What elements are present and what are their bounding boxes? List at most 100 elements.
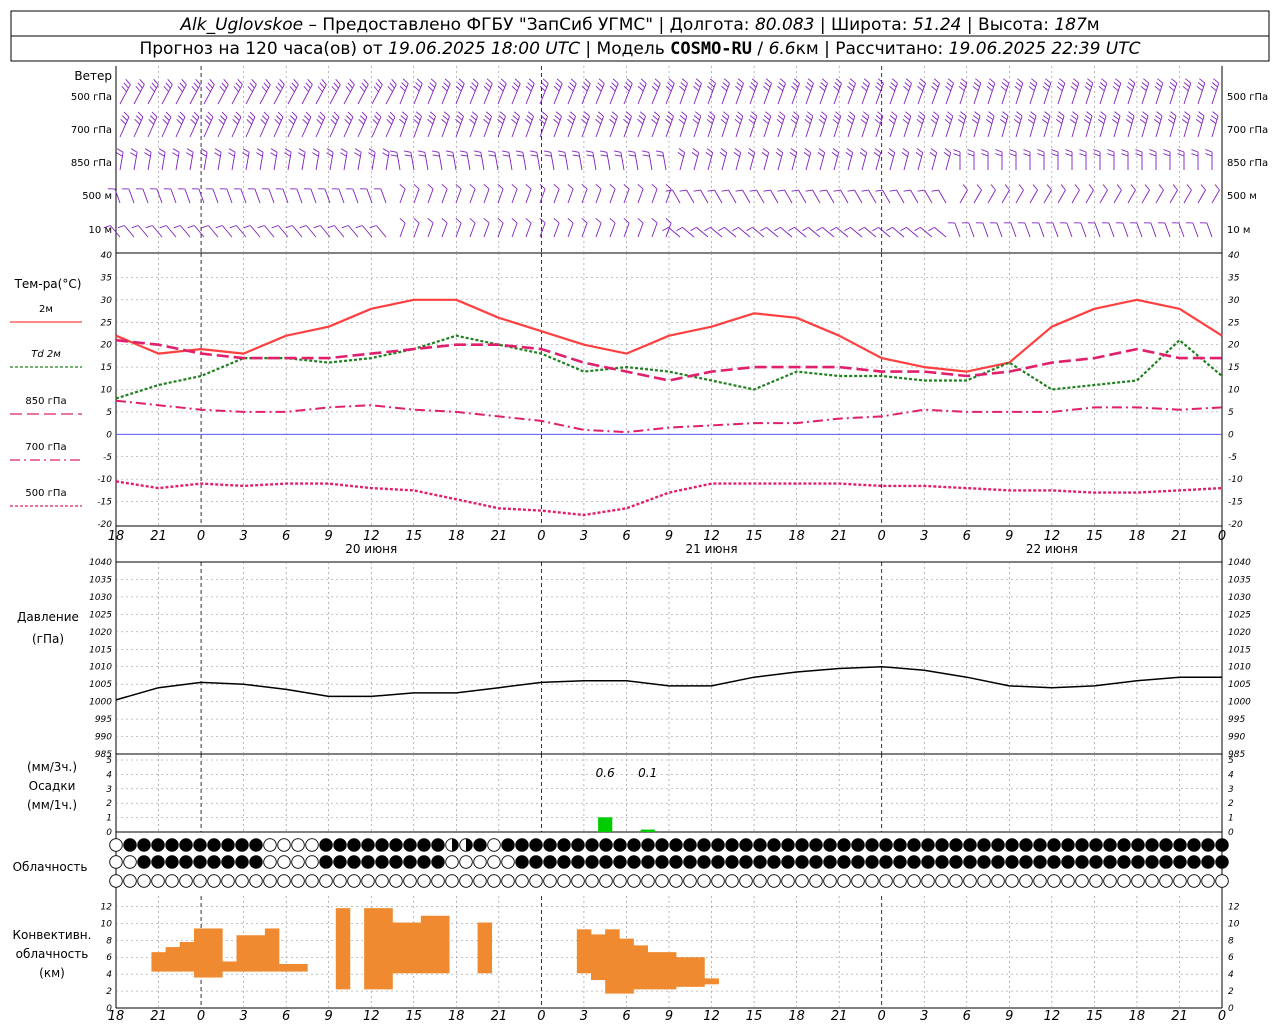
- cloud-circle: [459, 874, 473, 888]
- wind-barb-flag: [500, 78, 507, 84]
- wind-barb-flag: [791, 85, 798, 92]
- cloud-fill-full: [683, 855, 697, 869]
- cloud-cover-symbol: [305, 838, 319, 852]
- wind-barb: [135, 188, 149, 204]
- cloud-fill-full: [193, 855, 207, 869]
- wind-barb: [595, 78, 605, 105]
- wind-barb-flag: [957, 118, 965, 124]
- wind-barb-flag: [374, 115, 380, 121]
- wind-barb-flag: [399, 183, 406, 190]
- wind-barb-flag: [877, 78, 884, 84]
- wind-barb-flag: [637, 217, 644, 224]
- wind-barb: [431, 150, 443, 171]
- wind-barb-flag: [1135, 149, 1143, 153]
- wind-barb: [399, 111, 408, 138]
- wind-barb-flag: [999, 118, 1007, 124]
- wind-barb-flag: [1023, 149, 1031, 153]
- wind-barb: [515, 150, 527, 171]
- wind-barb-shaft: [1150, 222, 1157, 238]
- wind-barb: [1168, 78, 1178, 105]
- wind-barb-flag: [693, 85, 700, 92]
- wind-barb-flag: [748, 148, 755, 153]
- cloud-fill-full: [781, 838, 795, 852]
- precip-amount-label: 0.6: [596, 766, 615, 780]
- wind-barb: [1085, 184, 1094, 204]
- wind-level-label-right: 850 гПа: [1227, 158, 1268, 169]
- cloud-circle: [921, 874, 935, 888]
- wind-barb: [1099, 184, 1108, 204]
- cloud-cover-symbol: [991, 855, 1005, 869]
- wind-barb: [511, 111, 520, 138]
- wind-barb-shaft: [287, 84, 299, 105]
- wind-barb-flag: [428, 115, 435, 121]
- wind-barb-shaft: [578, 152, 583, 171]
- wind-barb-flag: [734, 148, 741, 153]
- wind-barb-flag: [916, 118, 923, 125]
- wind-barb: [1070, 78, 1080, 105]
- cloud-fill-full: [1173, 855, 1187, 869]
- wind-barb-flag: [680, 82, 687, 88]
- t2m-line: [115, 298, 1223, 373]
- wind-barb-flag: [902, 148, 909, 153]
- wind-barb-shaft: [184, 188, 191, 204]
- wind-barb: [147, 79, 159, 105]
- wind-level-label-left: 500 м: [82, 191, 112, 202]
- cloud-circle: [291, 874, 305, 888]
- wind-barb-flag: [427, 85, 434, 92]
- cloud-circle: [1201, 874, 1215, 888]
- wind-barb-shaft: [996, 222, 1003, 238]
- wind-barb-shaft: [413, 222, 420, 238]
- wind-barb-flag: [553, 85, 560, 92]
- wind-barb-flag: [789, 152, 796, 157]
- cloud-cover-symbol: [319, 838, 333, 852]
- wind-barb-flag: [567, 118, 574, 125]
- cloud-fill-full: [1075, 855, 1089, 869]
- cloud-circle: [291, 855, 305, 869]
- wind-barb-shaft: [1127, 115, 1135, 138]
- temp-tick-left: -20: [97, 520, 112, 530]
- wind-barb-shaft: [836, 227, 849, 238]
- wind-barb-flag: [388, 115, 394, 121]
- wind-barb-shaft: [567, 188, 574, 204]
- cloud-circle: [347, 874, 361, 888]
- wind-barb-flag: [654, 78, 661, 84]
- wind-barb-flag: [401, 82, 408, 88]
- cloud-cover-symbol: [515, 874, 529, 888]
- cloud-cover-symbol: [991, 874, 1005, 888]
- wind-barb-flag: [375, 111, 382, 118]
- time-label-upper: 18: [108, 529, 125, 544]
- cloud-fill-full: [1187, 855, 1201, 869]
- time-label-lower: 6: [282, 1009, 290, 1024]
- wind-barb-flag: [346, 115, 352, 121]
- wind-barb-flag: [1032, 184, 1038, 191]
- wind-barb: [914, 226, 933, 238]
- cloud-circle: [333, 874, 347, 888]
- cloud-cover-symbol: [893, 855, 907, 869]
- wind-barb-flag: [441, 183, 448, 190]
- wind-barb-flag: [639, 111, 646, 117]
- cloud-cover-symbol: [137, 874, 151, 888]
- cloud-cover-symbol: [1047, 838, 1061, 852]
- wind-barb-flag: [749, 189, 757, 192]
- wind-barb-flag: [303, 86, 309, 92]
- wind-barb: [777, 189, 793, 204]
- cloud-fill-full: [1215, 838, 1229, 852]
- wind-barb: [172, 148, 180, 171]
- wind-barb-flag: [473, 150, 481, 153]
- cloud-fill-full: [1047, 855, 1061, 869]
- wind-barb: [846, 111, 856, 138]
- cloud-cover-symbol: [417, 838, 431, 852]
- cloud-fill-full: [1103, 855, 1117, 869]
- pressure-tick-left: 1015: [89, 645, 112, 655]
- wind-barb-shaft: [1136, 222, 1143, 238]
- wind-barb-flag: [1051, 149, 1059, 153]
- wind-barb-flag: [361, 111, 368, 118]
- wind-barb-flag: [165, 82, 171, 89]
- wind-barb: [144, 148, 152, 171]
- wind-barb-flag: [414, 115, 421, 121]
- wind-barb-flag: [1030, 111, 1037, 117]
- wind-barb: [459, 150, 471, 171]
- wind-barb: [539, 111, 548, 138]
- wind-barb-shaft: [161, 84, 173, 105]
- wind-barb-shaft: [738, 227, 751, 238]
